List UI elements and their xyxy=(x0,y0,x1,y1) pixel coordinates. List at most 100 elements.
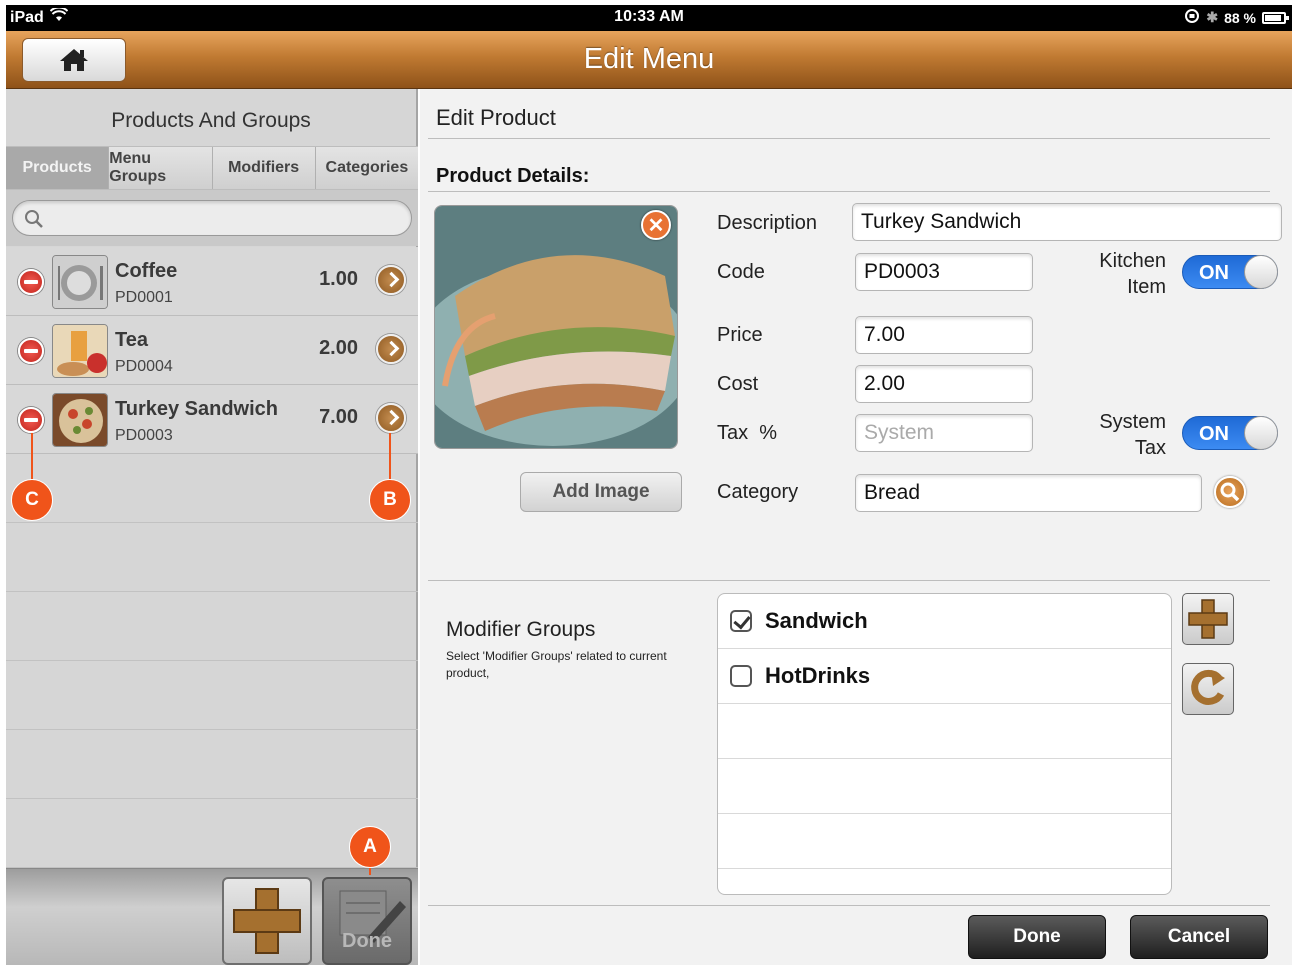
product-thumbnail xyxy=(52,393,108,447)
tab-categories[interactable]: Categories xyxy=(315,147,418,189)
description-field[interactable] xyxy=(852,203,1282,241)
category-field[interactable] xyxy=(855,474,1202,512)
search-icon xyxy=(1220,482,1240,502)
code-label: Code xyxy=(717,261,765,283)
toggle-knob xyxy=(1244,255,1278,289)
battery-percent: 88 % xyxy=(1224,9,1256,26)
section-title: Edit Product xyxy=(436,105,556,130)
list-item[interactable]: HotDrinks xyxy=(718,649,1171,704)
system-tax-label: System Tax xyxy=(1068,409,1166,461)
kitchen-item-label-line1: Kitchen xyxy=(1099,250,1166,272)
system-tax-label-line1: System xyxy=(1099,411,1166,433)
product-image xyxy=(434,205,678,449)
tab-modifiers[interactable]: Modifiers xyxy=(212,147,316,189)
empty-row xyxy=(6,592,418,661)
tax-label: Tax % xyxy=(717,422,778,444)
product-row-tea[interactable]: Tea PD0004 2.00 xyxy=(6,316,418,385)
chevron-right-icon[interactable] xyxy=(376,265,406,295)
chevron-right-icon[interactable] xyxy=(376,334,406,364)
empty-row xyxy=(6,661,418,730)
status-bar: iPad 10:33 AM ✱ 88 % xyxy=(6,5,1292,31)
refresh-icon xyxy=(1191,669,1225,705)
toggle-label: ON xyxy=(1199,423,1229,445)
category-label: Category xyxy=(717,481,799,503)
status-right: ✱ 88 % xyxy=(1184,8,1289,27)
product-name: Turkey Sandwich xyxy=(115,398,279,420)
plus-icon xyxy=(1188,599,1228,639)
product-price: 2.00 xyxy=(319,337,358,359)
product-code: PD0003 xyxy=(115,427,173,444)
product-name: Coffee xyxy=(115,260,178,282)
chevron-right-icon[interactable] xyxy=(376,403,406,433)
delete-icon[interactable] xyxy=(18,407,44,433)
products-panel: Products And Groups Products Menu Groups… xyxy=(6,89,418,965)
modifier-groups-list: Sandwich HotDrinks xyxy=(717,593,1172,895)
category-search-button[interactable] xyxy=(1214,476,1246,508)
empty-row xyxy=(6,523,418,592)
cost-field[interactable] xyxy=(855,365,1033,403)
cost-label: Cost xyxy=(717,373,759,395)
remove-image-icon[interactable]: ✕ xyxy=(641,210,671,240)
system-tax-label-line2: Tax xyxy=(1134,437,1166,459)
list-item[interactable]: Sandwich xyxy=(718,594,1171,649)
product-code: PD0001 xyxy=(115,289,173,306)
panel-title: Products And Groups xyxy=(111,109,311,132)
search-input[interactable] xyxy=(12,200,412,236)
add-modifier-group-button[interactable] xyxy=(1182,593,1234,645)
divider xyxy=(428,191,1270,192)
callout-line xyxy=(369,867,371,875)
product-row-coffee[interactable]: Coffee PD0001 1.00 xyxy=(6,247,418,316)
system-tax-toggle[interactable]: ON xyxy=(1182,416,1278,450)
modifier-groups-title: Modifier Groups xyxy=(446,618,596,641)
toggle-label: ON xyxy=(1199,262,1229,284)
battery-icon xyxy=(1262,11,1289,24)
plus-icon xyxy=(233,888,301,954)
refresh-modifier-groups-button[interactable] xyxy=(1182,663,1234,715)
product-thumbnail xyxy=(52,324,108,378)
delete-icon[interactable] xyxy=(18,269,44,295)
bluetooth-icon: ✱ xyxy=(1206,9,1219,25)
empty-row xyxy=(718,814,1171,869)
tax-field[interactable] xyxy=(855,414,1033,452)
add-product-button[interactable] xyxy=(222,877,312,965)
empty-row xyxy=(6,730,418,799)
callout-line xyxy=(31,433,33,481)
cancel-button[interactable]: Cancel xyxy=(1130,915,1268,959)
modifier-groups-description: Select 'Modifier Groups' related to curr… xyxy=(446,649,667,680)
category-tabs: Products Menu Groups Modifiers Categorie… xyxy=(6,146,418,190)
tab-products[interactable]: Products xyxy=(6,147,110,189)
callout-line xyxy=(389,433,391,481)
divider xyxy=(428,905,1270,906)
left-toolbar: Done xyxy=(6,868,418,965)
edit-product-panel: Edit Product Product Details: ✕ Add Imag… xyxy=(420,89,1292,965)
kitchen-item-toggle[interactable]: ON xyxy=(1182,255,1278,289)
code-field[interactable] xyxy=(855,253,1033,291)
product-details-heading: Product Details: xyxy=(436,165,590,187)
price-field[interactable] xyxy=(855,316,1033,354)
tab-menu-groups[interactable]: Menu Groups xyxy=(109,147,213,189)
product-name: Tea xyxy=(115,329,148,351)
kitchen-item-label-line2: Item xyxy=(1127,276,1166,298)
page-title: Edit Menu xyxy=(583,43,715,75)
product-row-turkey-sandwich[interactable]: Turkey Sandwich PD0003 7.00 xyxy=(6,385,418,454)
modifier-group-name: HotDrinks xyxy=(765,663,871,688)
callout-b: B xyxy=(369,479,411,521)
divider xyxy=(428,580,1270,581)
product-price: 7.00 xyxy=(319,406,358,428)
delete-icon[interactable] xyxy=(18,338,44,364)
divider xyxy=(428,138,1270,139)
status-time: 10:33 AM xyxy=(614,8,684,25)
done-button[interactable]: Done xyxy=(968,915,1106,959)
checkbox[interactable] xyxy=(730,665,752,687)
nav-bar: Edit Menu xyxy=(6,31,1292,89)
done-editing-button[interactable]: Done xyxy=(322,877,412,965)
add-image-button[interactable]: Add Image xyxy=(520,472,682,512)
empty-row xyxy=(6,454,418,523)
description-label: Description xyxy=(717,212,818,234)
checkbox[interactable] xyxy=(730,610,752,632)
modifier-group-name: Sandwich xyxy=(765,608,868,633)
empty-row xyxy=(718,704,1171,759)
callout-a: A xyxy=(349,826,391,868)
product-thumbnail xyxy=(52,255,108,309)
done-label: Done xyxy=(342,930,392,952)
